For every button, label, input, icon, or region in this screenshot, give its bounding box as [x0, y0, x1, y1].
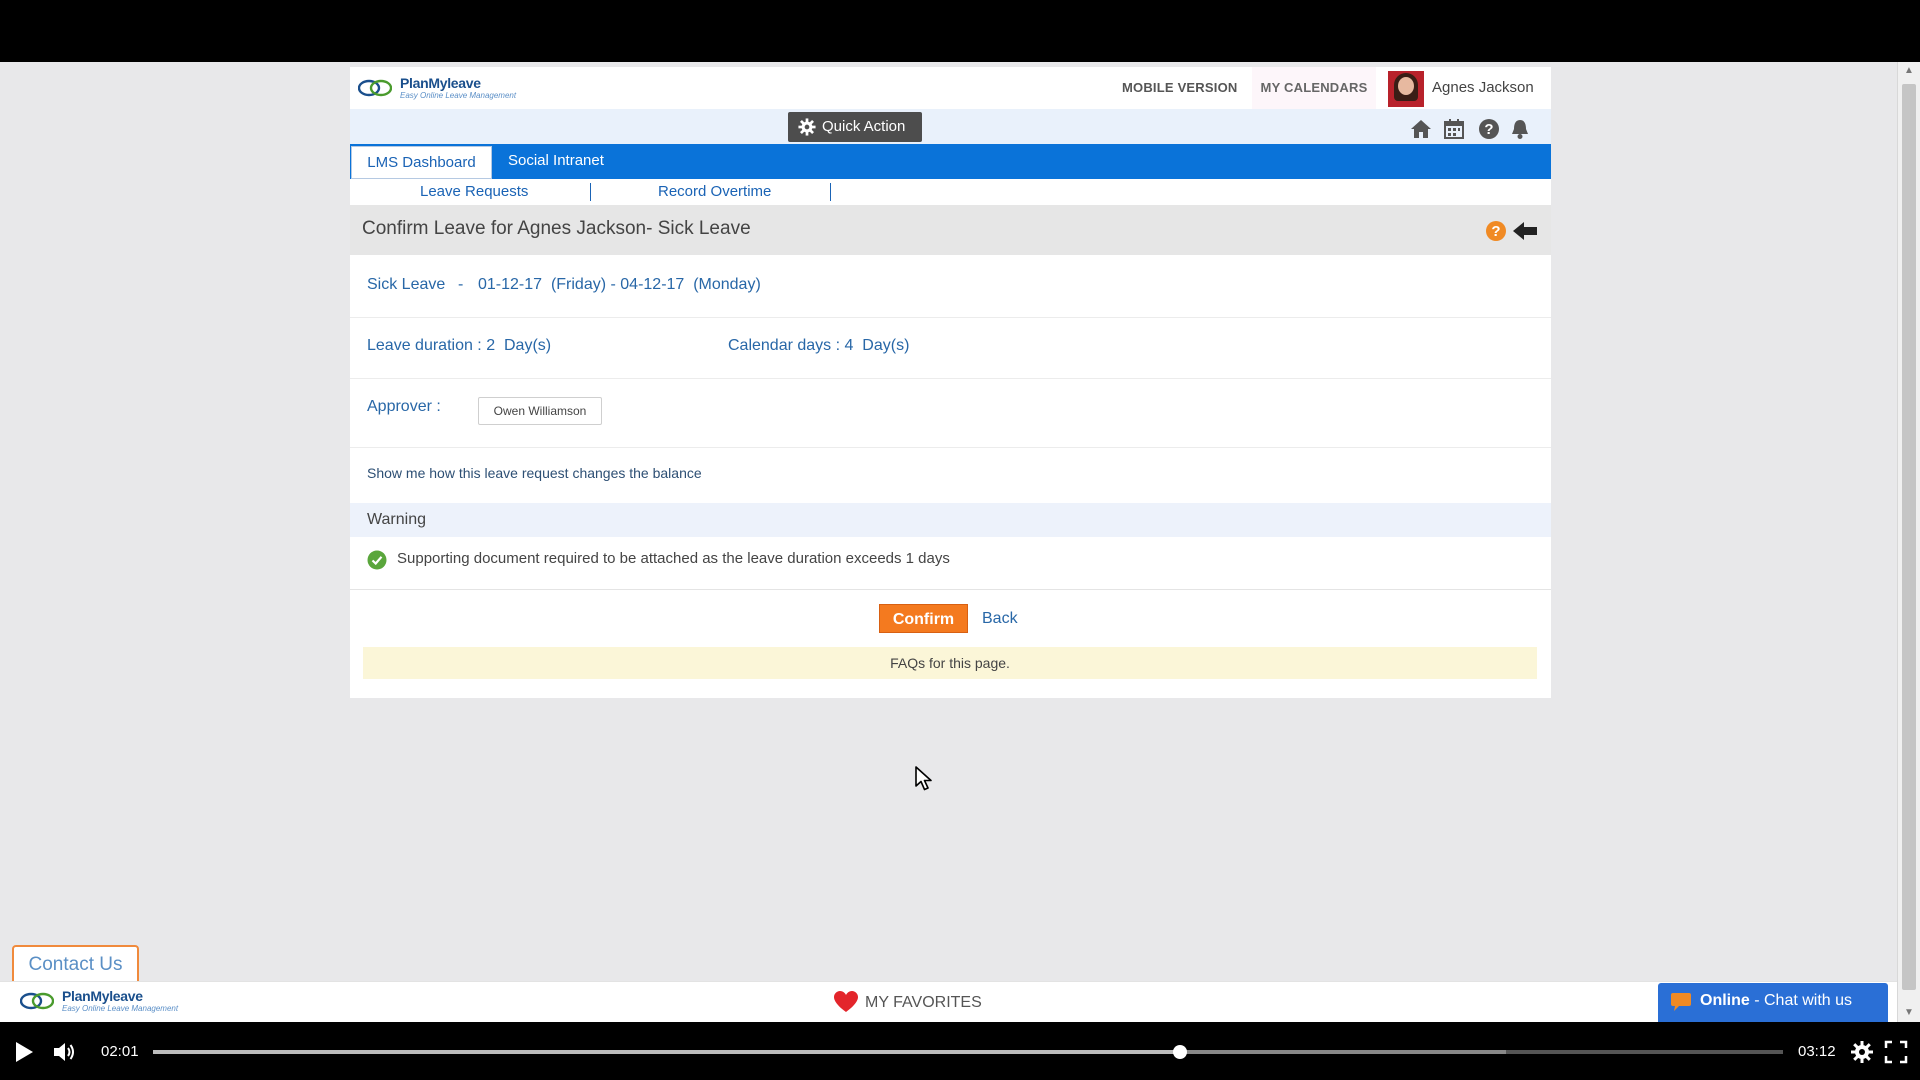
- svg-text:?: ?: [1484, 121, 1493, 138]
- current-time: 02:01: [101, 1043, 139, 1060]
- play-icon[interactable]: [12, 1040, 36, 1064]
- bell-icon[interactable]: [1509, 118, 1531, 140]
- fullscreen-icon[interactable]: [1884, 1040, 1908, 1064]
- leave-duration: Leave duration : 2 Day(s): [367, 337, 552, 354]
- date-separator: -: [458, 276, 464, 293]
- quick-action-button[interactable]: Quick Action: [788, 112, 922, 142]
- help-icon[interactable]: ?: [1485, 220, 1507, 242]
- scroll-down-icon[interactable]: ▼: [1898, 1004, 1920, 1022]
- warning-title: Warning: [367, 511, 426, 528]
- contact-us-button[interactable]: Contact Us: [12, 945, 139, 981]
- svg-text:?: ?: [1491, 223, 1500, 240]
- browser-viewport: PlanMyleave Easy Online Leave Management…: [0, 62, 1920, 1022]
- leave-summary-row: Sick Leave - 01-12-17 (Friday) - 04-12-1…: [350, 255, 1551, 318]
- app-header: PlanMyleave Easy Online Leave Management…: [350, 67, 1551, 109]
- seek-bar[interactable]: [153, 1045, 1783, 1059]
- vertical-scrollbar[interactable]: ▲ ▼: [1897, 62, 1920, 1022]
- sub-navigation: Leave Requests Record Overtime: [350, 179, 1551, 206]
- chat-text: - Chat with us: [1749, 992, 1853, 1009]
- chat-status: Online: [1700, 992, 1750, 1009]
- tab-social-intranet[interactable]: Social Intranet: [508, 144, 604, 179]
- scrollbar-thumb[interactable]: [1902, 84, 1916, 990]
- logo-swirl-icon: [20, 992, 54, 1010]
- planmyleave-logo[interactable]: PlanMyleave Easy Online Leave Management: [358, 73, 518, 105]
- mouse-cursor-icon: [915, 766, 932, 791]
- approver-label: Approver :: [367, 398, 441, 415]
- video-top-bar: [0, 0, 1920, 62]
- user-name[interactable]: Agnes Jackson: [1432, 67, 1534, 109]
- subnav-separator: [590, 183, 591, 201]
- heart-icon: [834, 991, 858, 1012]
- my-calendars-link[interactable]: MY CALENDARS: [1252, 67, 1376, 109]
- page-header: Confirm Leave for Agnes Jackson- Sick Le…: [350, 205, 1551, 255]
- calendar-icon[interactable]: [1443, 118, 1465, 140]
- duration-row: Leave duration : 2 Day(s) Calendar days …: [350, 317, 1551, 379]
- scroll-up-icon[interactable]: ▲: [1898, 62, 1920, 80]
- home-icon[interactable]: [1410, 118, 1432, 140]
- seek-handle[interactable]: [1172, 1045, 1187, 1059]
- planmyleave-footer-logo[interactable]: PlanMyleave Easy Online Leave Management: [20, 988, 180, 1018]
- balance-row: Show me how this leave request changes t…: [350, 447, 1551, 503]
- record-overtime-link[interactable]: Record Overtime: [658, 179, 771, 205]
- tab-lms-dashboard[interactable]: LMS Dashboard: [351, 146, 492, 179]
- divider: [350, 589, 1551, 590]
- back-link[interactable]: Back: [982, 604, 1018, 633]
- leave-requests-link[interactable]: Leave Requests: [420, 179, 528, 205]
- mobile-version-link[interactable]: MOBILE VERSION: [1122, 67, 1237, 109]
- subnav-separator: [830, 183, 831, 201]
- leave-date-range: 01-12-17 (Friday) - 04-12-17 (Monday): [478, 276, 761, 293]
- settings-icon[interactable]: [1850, 1040, 1874, 1064]
- total-time: 03:12: [1798, 1043, 1836, 1060]
- back-arrow-icon[interactable]: [1512, 221, 1538, 241]
- warning-text: Supporting document required to be attac…: [397, 550, 950, 567]
- faq-link[interactable]: FAQs for this page.: [363, 647, 1537, 679]
- page-title: Confirm Leave for Agnes Jackson- Sick Le…: [362, 218, 751, 239]
- confirm-leave-panel: Sick Leave - 01-12-17 (Friday) - 04-12-1…: [350, 255, 1551, 698]
- logo-text: PlanMyleave: [62, 988, 143, 1004]
- quick-action-label: Quick Action: [822, 118, 906, 135]
- approver-row: Approver : Owen Williamson: [350, 378, 1551, 448]
- balance-preview-link[interactable]: Show me how this leave request changes t…: [367, 465, 702, 481]
- warning-header: Warning: [350, 503, 1551, 537]
- volume-icon[interactable]: [52, 1040, 76, 1064]
- toolbar: Quick Action ?: [350, 109, 1551, 144]
- approver-field[interactable]: Owen Williamson: [478, 397, 602, 425]
- logo-swirl-icon: [358, 79, 392, 97]
- check-circle-icon: [367, 550, 387, 570]
- app-window: PlanMyleave Easy Online Leave Management…: [350, 67, 1551, 698]
- chat-bubble-icon: [1671, 993, 1691, 1011]
- online-chat-button[interactable]: Online - Chat with us: [1658, 983, 1888, 1022]
- played-range: [153, 1050, 1180, 1054]
- confirm-button[interactable]: Confirm: [879, 604, 968, 633]
- logo-text: PlanMyleave: [400, 75, 481, 91]
- main-nav-tabs: LMS Dashboard Social Intranet: [350, 144, 1551, 179]
- gear-icon: [798, 118, 816, 136]
- logo-tagline: Easy Online Leave Management: [400, 91, 517, 100]
- video-player-controls: 02:01 03:12: [0, 1022, 1920, 1080]
- help-icon[interactable]: ?: [1478, 118, 1500, 140]
- calendar-days: Calendar days : 4 Day(s): [728, 337, 910, 354]
- avatar[interactable]: [1388, 71, 1424, 107]
- footer-bar: PlanMyleave Easy Online Leave Management…: [0, 981, 1898, 1022]
- logo-tagline: Easy Online Leave Management: [62, 1004, 179, 1013]
- my-favorites-label: MY FAVORITES: [865, 994, 982, 1011]
- leave-type: Sick Leave: [367, 276, 446, 293]
